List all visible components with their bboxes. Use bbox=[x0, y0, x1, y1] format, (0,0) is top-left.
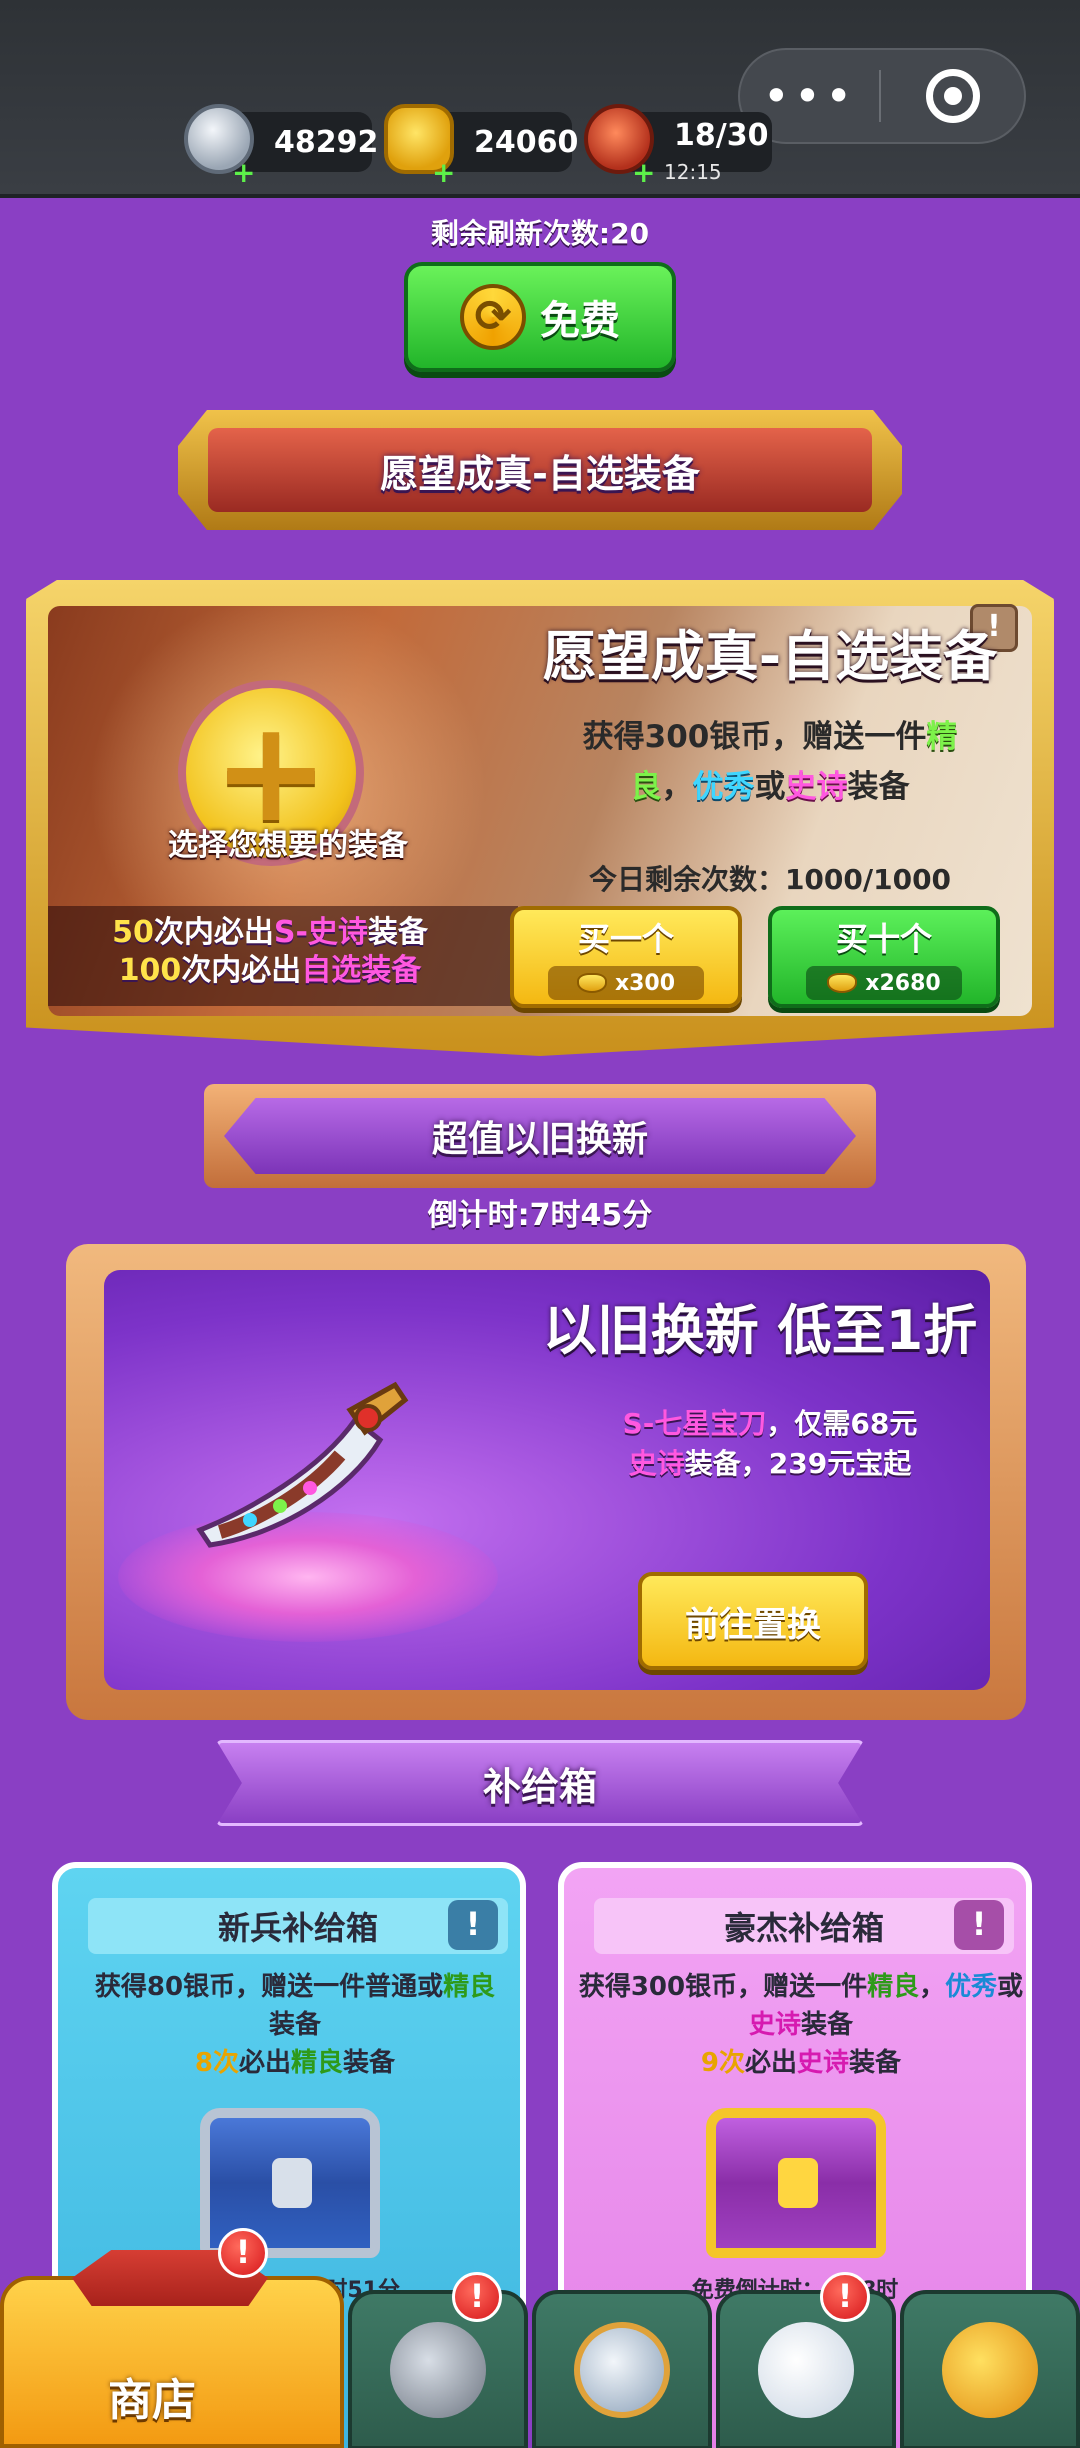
tab-battle[interactable] bbox=[532, 2290, 712, 2448]
target-icon bbox=[925, 69, 980, 123]
gold-ingot-icon bbox=[827, 973, 858, 993]
close-mini-program-button[interactable] bbox=[881, 69, 1024, 123]
lock-icon bbox=[272, 2158, 312, 2208]
supply-section-title: 补给箱 bbox=[482, 1764, 597, 1809]
add-stamina-icon[interactable]: + bbox=[632, 156, 655, 189]
gold-counter[interactable]: 24060 + bbox=[384, 104, 578, 189]
recruit-supply-description: 获得80银币，赠送一件普通或精良 装备 8次必出精良装备 bbox=[94, 1972, 496, 2078]
hero-supply-title: 豪杰补给箱 bbox=[594, 1898, 1014, 1954]
trade-description: S-七星宝刀，仅需68元 史诗装备，239元宝起 bbox=[622, 1407, 918, 1480]
mini-program-capsule: ••• bbox=[738, 48, 1026, 144]
refresh-icon bbox=[460, 284, 526, 350]
free-label: 免费 bbox=[540, 298, 620, 344]
buy-one-button[interactable]: 买一个 x300 bbox=[510, 906, 742, 1008]
recruit-info-icon[interactable]: ! bbox=[448, 1900, 498, 1950]
shield-icon bbox=[574, 2322, 670, 2418]
buy-ten-price: x2680 bbox=[806, 966, 962, 1000]
choose-equipment-label: 选择您想要的装备 bbox=[168, 828, 408, 863]
go-trade-button[interactable]: 前往置换 bbox=[638, 1572, 868, 1670]
tab-upgrade[interactable] bbox=[900, 2290, 1080, 2448]
hero-icon bbox=[758, 2322, 854, 2418]
tab-equipment[interactable] bbox=[348, 2290, 528, 2448]
stamina-value: 18/30 bbox=[674, 117, 769, 153]
wish-description: 获得300银币，赠送一件精 良，优秀或史诗装备 bbox=[582, 719, 958, 805]
add-gold-icon[interactable]: + bbox=[432, 156, 455, 189]
hero-info-icon[interactable]: ! bbox=[954, 1900, 1004, 1950]
seven-star-saber-icon bbox=[196, 1381, 409, 1548]
go-trade-label: 前往置换 bbox=[685, 1604, 821, 1645]
trade-headline: 以旧换新 低至1折 bbox=[542, 1299, 978, 1362]
add-silver-icon[interactable]: + bbox=[232, 156, 255, 189]
free-refresh-button[interactable]: 免费 bbox=[404, 262, 676, 372]
daily-remaining: 今日剩余次数：1000/1000 bbox=[588, 863, 952, 896]
stamina-timer: 12:15 bbox=[664, 160, 722, 184]
gold-value: 24060 bbox=[474, 124, 579, 160]
wish-panel-title: 愿望成真-自选装备 bbox=[542, 625, 998, 688]
silver-value: 48292 bbox=[274, 124, 379, 160]
shop-label: 商店 bbox=[108, 2375, 196, 2426]
buy-ten-label: 买十个 bbox=[835, 920, 932, 958]
hero-alert-icon: ! bbox=[820, 2272, 870, 2322]
buy-ten-button[interactable]: 买十个 x2680 bbox=[768, 906, 1000, 1008]
shop-alert-icon: ! bbox=[218, 2228, 268, 2278]
helmet-icon bbox=[390, 2322, 486, 2418]
equipment-alert-icon: ! bbox=[452, 2272, 502, 2322]
refresh-remaining: 剩余刷新次数:20 bbox=[430, 217, 650, 250]
buy-one-price: x300 bbox=[548, 966, 704, 1000]
recruit-supply-title: 新兵补给箱 bbox=[88, 1898, 508, 1954]
wish-section-title: 愿望成真-自选装备 bbox=[380, 451, 700, 496]
silver-counter[interactable]: 48292 + bbox=[184, 104, 378, 189]
wish-guarantee: 50次内必出S-史诗装备 100次内必出自选装备 bbox=[112, 915, 428, 988]
gold-ingot-icon bbox=[576, 973, 607, 993]
trade-section-title: 超值以旧换新 bbox=[431, 1119, 648, 1160]
gold-chest-icon bbox=[706, 2108, 886, 2258]
trade-countdown: 倒计时:7时45分 bbox=[427, 1198, 653, 1233]
hero-supply-description: 获得300银币，赠送一件精良，优秀或史诗装备 9次必出史诗装备 bbox=[578, 1972, 1024, 2078]
tab-hero[interactable] bbox=[716, 2290, 896, 2448]
buy-one-label: 买一个 bbox=[577, 920, 674, 958]
fist-upgrade-icon bbox=[942, 2322, 1038, 2418]
lock-icon bbox=[778, 2158, 818, 2208]
